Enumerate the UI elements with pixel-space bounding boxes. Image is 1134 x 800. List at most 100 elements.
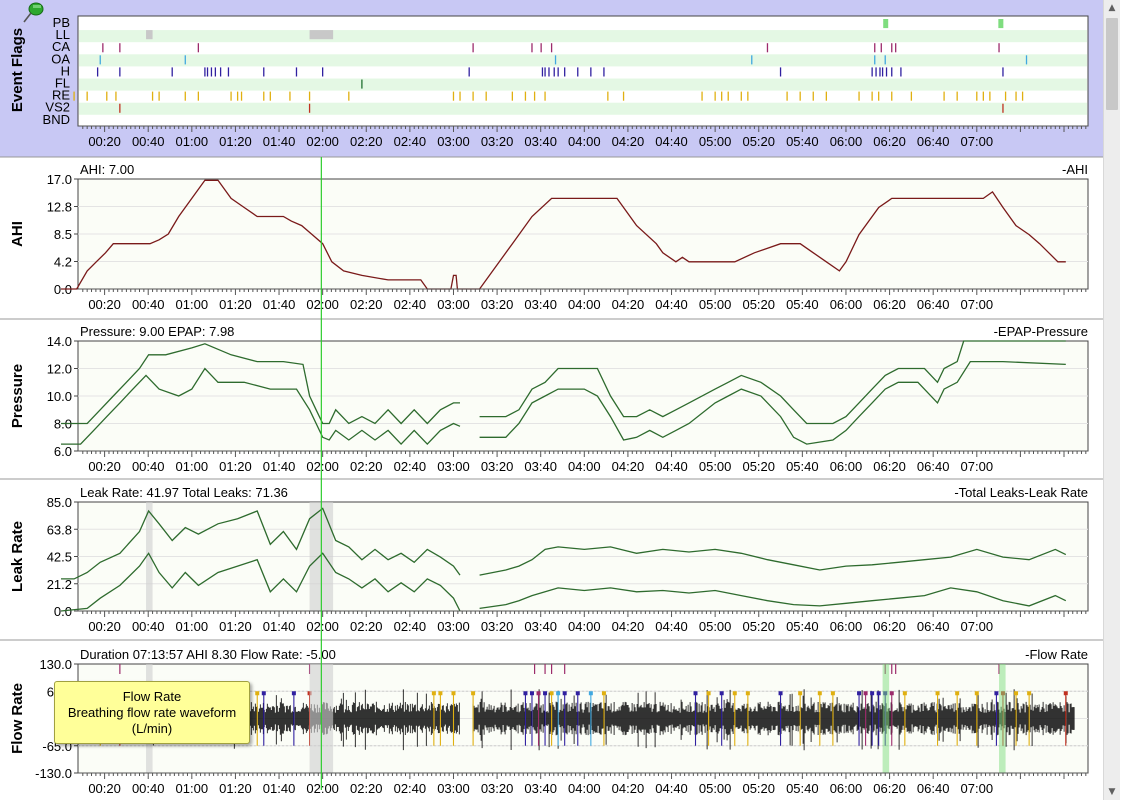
flow-event-marker [536,691,541,696]
time-tick-label: 04:20 [612,134,645,149]
y-tick-label: 0.0 [54,604,72,619]
vertical-scrollbar[interactable]: ▲ ▼ [1103,0,1120,800]
flow-event-marker [889,691,894,696]
time-tick-label: 03:20 [481,619,514,634]
flow-event-marker [1063,691,1068,696]
time-tick-label: 02:00 [306,781,339,796]
time-tick-label: 02:00 [306,619,339,634]
y-tick-label: 14.0 [47,334,72,349]
time-tick-label: 05:00 [699,619,732,634]
flow-event-marker [601,691,606,696]
time-tick-label: 04:20 [612,459,645,474]
time-tick-label: 03:00 [437,781,470,796]
time-tick-label: 07:00 [961,781,994,796]
time-tick-label: 01:20 [219,781,252,796]
time-tick-label: 03:40 [524,134,557,149]
flow-event-marker [857,691,862,696]
time-tick-label: 02:40 [394,134,427,149]
time-tick-label: 00:20 [88,297,121,312]
event-marker-ll [146,30,153,40]
tooltip-units: (L/min) [131,721,173,736]
flow-event-marker [438,691,443,696]
scroll-up-icon[interactable]: ▲ [1104,0,1120,16]
y-tick-label: 12.0 [47,362,72,377]
y-tick-label: 63.8 [47,522,72,537]
y-tick-label: 12.8 [47,200,72,215]
time-tick-label: 00:20 [88,134,121,149]
tooltip-description: Breathing flow rate waveform [67,705,237,720]
chart-header-ahi: AHI: 7.00 [80,162,134,177]
time-tick-label: 06:20 [873,781,906,796]
chart-legend-flow: -Flow Rate [1025,647,1088,662]
time-tick-label: 02:40 [394,297,427,312]
flow-event-marker [255,691,260,696]
time-tick-label: 06:00 [830,134,863,149]
event-marker-pb [998,19,1004,29]
flow-event-marker [261,691,266,696]
time-tick-label: 05:40 [786,134,819,149]
flow-event-marker [549,691,554,696]
y-axis-label-flow: Flow Rate [9,683,26,754]
flow-pb-band [882,664,890,773]
time-tick-label: 04:00 [568,459,601,474]
time-tick-label: 01:20 [219,459,252,474]
flow-event-marker [562,691,567,696]
pin-icon[interactable] [20,0,50,24]
time-tick-label: 00:40 [132,619,165,634]
time-tick-label: 01:40 [263,459,296,474]
time-tick-label: 03:40 [524,459,557,474]
event-label-bnd: BND [43,112,70,127]
y-tick-label: 10.0 [47,389,72,404]
time-tick-label: 07:00 [961,134,994,149]
time-tick-label: 03:00 [437,134,470,149]
time-tick-label: 00:40 [132,134,165,149]
time-tick-label: 05:40 [786,619,819,634]
scroll-down-icon[interactable]: ▼ [1104,784,1120,800]
time-tick-label: 01:00 [176,781,209,796]
flow-event-marker [1027,691,1032,696]
flow-event-marker [870,691,875,696]
time-tick-label: 04:00 [568,297,601,312]
time-tick-label: 05:00 [699,297,732,312]
flow-event-marker [719,691,724,696]
y-tick-label: 6.0 [54,444,72,459]
time-tick-label: 05:20 [742,459,775,474]
flow-event-marker [529,691,534,696]
time-tick-label: 05:40 [786,459,819,474]
y-tick-label: 85.0 [47,495,72,510]
time-tick-label: 01:40 [263,297,296,312]
time-tick-label: 01:00 [176,459,209,474]
time-tick-label: 04:40 [655,459,688,474]
time-tick-label: 07:00 [961,297,994,312]
time-tick-label: 02:40 [394,459,427,474]
flow-event-marker [955,691,960,696]
scrollbar-thumb[interactable] [1106,18,1118,110]
y-tick-label: 17.0 [47,172,72,187]
time-tick-label: 06:40 [917,459,950,474]
y-tick-label: 42.5 [47,550,72,565]
flow-event-marker [863,691,868,696]
time-tick-label: 06:00 [830,619,863,634]
y-axis-label-ahi: AHI [9,221,26,247]
time-tick-label: 04:40 [655,781,688,796]
flow-event-marker [693,691,698,696]
time-tick-label: 01:40 [263,134,296,149]
chart-header-pressure: Pressure: 9.00 EPAP: 7.98 [80,324,234,339]
time-tick-label: 05:00 [699,459,732,474]
y-tick-label: 8.5 [54,227,72,242]
time-tick-label: 07:00 [961,619,994,634]
time-tick-label: 03:00 [437,619,470,634]
time-tick-label: 05:40 [786,297,819,312]
event-row-band [79,102,1087,115]
time-tick-label: 03:20 [481,459,514,474]
time-tick-label: 04:40 [655,134,688,149]
time-tick-label: 01:20 [219,134,252,149]
y-tick-label: 130.0 [39,657,72,672]
time-tick-label: 03:40 [524,619,557,634]
time-tick-label: 06:20 [873,297,906,312]
chart-header-leak: Leak Rate: 41.97 Total Leaks: 71.36 [80,485,288,500]
time-tick-label: 03:00 [437,297,470,312]
event-flags-title: Event Flags [9,28,26,112]
time-tick-label: 02:20 [350,459,383,474]
chart-tooltip: Flow Rate Breathing flow rate waveform (… [54,681,250,744]
